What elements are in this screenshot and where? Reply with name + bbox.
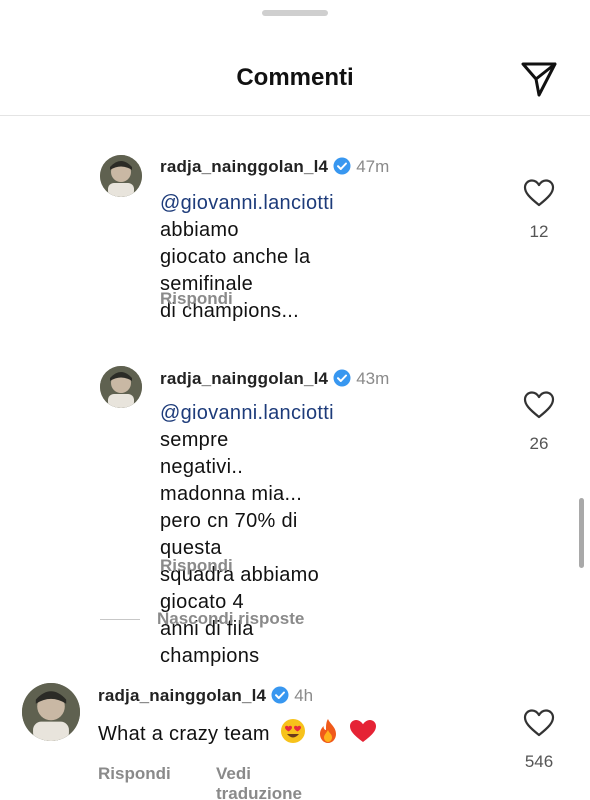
like-count: 26: [529, 434, 549, 453]
hide-replies-label: Nascondi risposte: [157, 609, 305, 628]
like-count: 546: [524, 752, 554, 771]
comment-meta: radja_nainggolan_l4 43m: [160, 369, 389, 392]
page-title: Commenti: [236, 64, 354, 91]
avatar[interactable]: [22, 683, 80, 741]
fire-emoji: [316, 718, 340, 752]
username[interactable]: radja_nainggolan_l4: [160, 369, 328, 388]
verified-badge-icon: [271, 686, 289, 709]
scrollbar[interactable]: [579, 498, 584, 568]
heart-eyes-emoji: [280, 718, 306, 752]
username[interactable]: radja_nainggolan_l4: [98, 686, 266, 705]
like-control: 546: [509, 708, 569, 772]
sheet-grab-handle[interactable]: [262, 10, 328, 16]
comment-time: 43m: [356, 369, 390, 388]
divider-line: [100, 618, 140, 620]
comment-time: 47m: [356, 157, 390, 176]
comments-sheet: Commenti radja_nainggolan_l4 47m @giovann…: [0, 0, 590, 800]
mention-link[interactable]: @giovanni.lanciotti: [160, 192, 334, 214]
header-divider: [0, 115, 590, 116]
red-heart-emoji: [349, 718, 377, 752]
comment-line: sempre: [160, 429, 229, 451]
reply-button[interactable]: Rispondi: [98, 764, 171, 784]
see-translation-button[interactable]: Vedi traduzione: [216, 764, 302, 800]
avatar[interactable]: [100, 366, 142, 408]
comment-line: negativi.. madonna mia...: [160, 456, 303, 505]
comment-line: pero cn 70% di questa: [160, 510, 298, 559]
comment-text: @giovanni.lanciotti sempre negativi.. ma…: [160, 400, 334, 670]
comment-line: abbiamo: [160, 219, 239, 241]
mention-link[interactable]: @giovanni.lanciotti: [160, 402, 334, 424]
comment-time: 4h: [294, 686, 314, 705]
like-count: 12: [529, 222, 549, 241]
like-control: 12: [509, 178, 569, 242]
heart-icon[interactable]: [523, 390, 555, 420]
send-button[interactable]: [516, 56, 562, 102]
verified-badge-icon: [333, 157, 351, 180]
comments-header: Commenti: [0, 40, 590, 116]
comment-text: What a crazy team: [98, 718, 377, 752]
avatar-photo: [100, 366, 142, 408]
verified-badge-icon: [333, 369, 351, 392]
avatar[interactable]: [100, 155, 142, 197]
reply-button[interactable]: Rispondi: [160, 289, 233, 309]
comment-meta: radja_nainggolan_l4 4h: [98, 686, 313, 709]
comment-line: What a crazy team: [98, 723, 270, 745]
paper-plane-icon: [521, 62, 557, 97]
heart-icon[interactable]: [523, 708, 555, 738]
like-control: 26: [509, 390, 569, 454]
hide-replies-button[interactable]: Nascondi risposte: [100, 609, 304, 629]
avatar-photo: [100, 155, 142, 197]
username[interactable]: radja_nainggolan_l4: [160, 157, 328, 176]
reply-button[interactable]: Rispondi: [160, 556, 233, 576]
comment-meta: radja_nainggolan_l4 47m: [160, 157, 389, 180]
avatar-photo: [22, 683, 80, 741]
heart-icon[interactable]: [523, 178, 555, 208]
